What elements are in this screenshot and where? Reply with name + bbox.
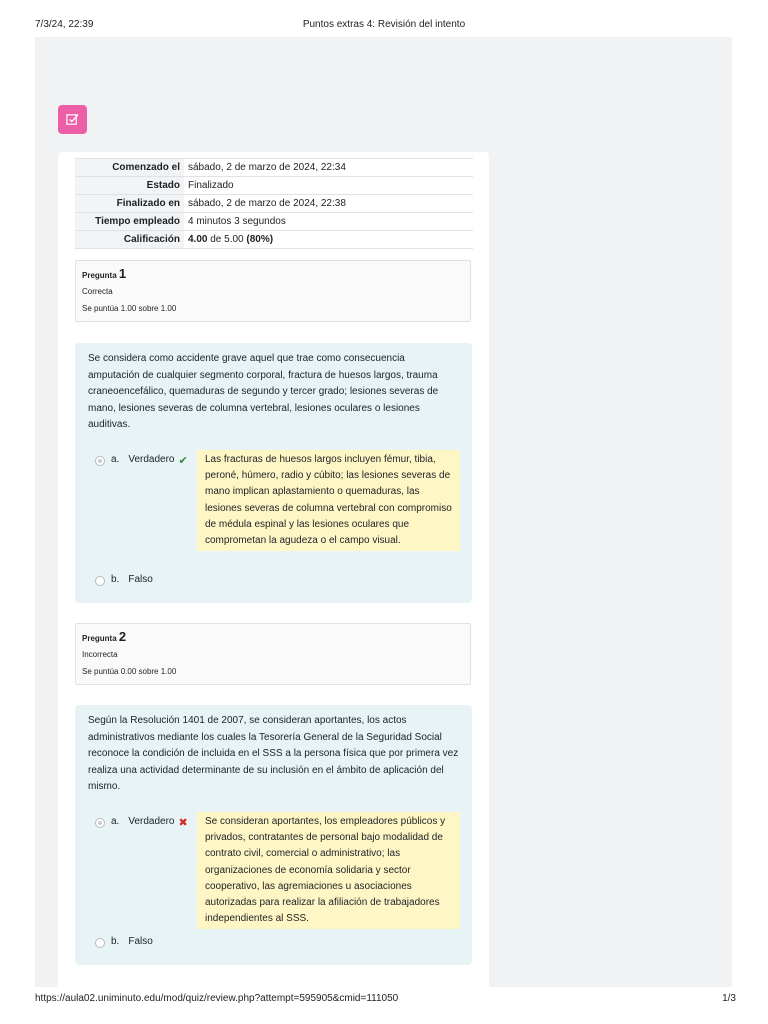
print-title: Puntos extras 4: Revisión del intento	[302, 19, 466, 30]
question-text: Se considera como accidente grave aquel …	[88, 353, 439, 430]
answer-feedback: Se consideran aportantes, los empleadore…	[197, 812, 460, 930]
answer-option-b[interactable]: b. Falso	[95, 936, 153, 948]
print-footer: https://aula02.uniminuto.edu/mod/quiz/re…	[0, 990, 768, 1006]
quiz-icon	[58, 105, 87, 134]
question-text: Según la Resolución 1401 de 2007, se con…	[88, 715, 459, 792]
answer-option-a[interactable]: a. Verdadero ✖	[95, 816, 188, 829]
question-info-1: Pregunta 1 Correcta Se puntúa 1.00 sobre…	[75, 260, 471, 322]
print-url: https://aula02.uniminuto.edu/mod/quiz/re…	[35, 993, 399, 1004]
radio-button[interactable]	[95, 576, 105, 586]
summary-row-finished: Finalizado en sábado, 2 de marzo de 2024…	[75, 194, 473, 213]
question-label: Pregunta	[82, 634, 117, 643]
question-state: Correcta	[82, 287, 113, 296]
attempt-summary-table: Comenzado el sábado, 2 de marzo de 2024,…	[75, 158, 473, 249]
grade-of: de 5.00	[210, 234, 244, 245]
correct-check-icon: ✔	[178, 455, 188, 467]
answer-option-b[interactable]: b. Falso	[95, 574, 153, 586]
incorrect-cross-icon: ✖	[178, 817, 188, 829]
radio-button[interactable]	[95, 938, 105, 948]
question-content-2: Según la Resolución 1401 de 2007, se con…	[75, 705, 472, 965]
question-state: Incorrecta	[82, 650, 118, 659]
question-grade: Se puntúa 1.00 sobre 1.00	[82, 304, 177, 313]
question-number: 1	[118, 266, 127, 281]
radio-button[interactable]	[95, 456, 105, 466]
grade-percent: (80%)	[246, 234, 274, 245]
question-grade: Se puntúa 0.00 sobre 1.00	[82, 667, 177, 676]
print-header: 7/3/24, 22:39 Puntos extras 4: Revisión …	[0, 14, 768, 30]
question-number: 2	[118, 629, 127, 644]
radio-button[interactable]	[95, 818, 105, 828]
answer-feedback: Las fracturas de huesos largos incluyen …	[197, 450, 460, 552]
quiz-review-card: Comenzado el sábado, 2 de marzo de 2024,…	[58, 152, 489, 992]
print-page-number: 1/3	[722, 993, 736, 1004]
question-info-2: Pregunta 2 Incorrecta Se puntúa 0.00 sob…	[75, 623, 471, 685]
summary-row-grade: Calificación 4.00 de 5.00 (80%)	[75, 230, 473, 249]
question-label: Pregunta	[82, 271, 117, 280]
summary-row-started: Comenzado el sábado, 2 de marzo de 2024,…	[75, 158, 473, 177]
answer-option-a[interactable]: a. Verdadero ✔	[95, 454, 188, 467]
summary-row-time: Tiempo empleado 4 minutos 3 segundos	[75, 212, 473, 231]
summary-row-state: Estado Finalizado	[75, 176, 473, 195]
checkbox-edit-icon	[66, 114, 79, 125]
grade-score: 4.00	[188, 234, 208, 245]
question-content-1: Se considera como accidente grave aquel …	[75, 343, 472, 603]
